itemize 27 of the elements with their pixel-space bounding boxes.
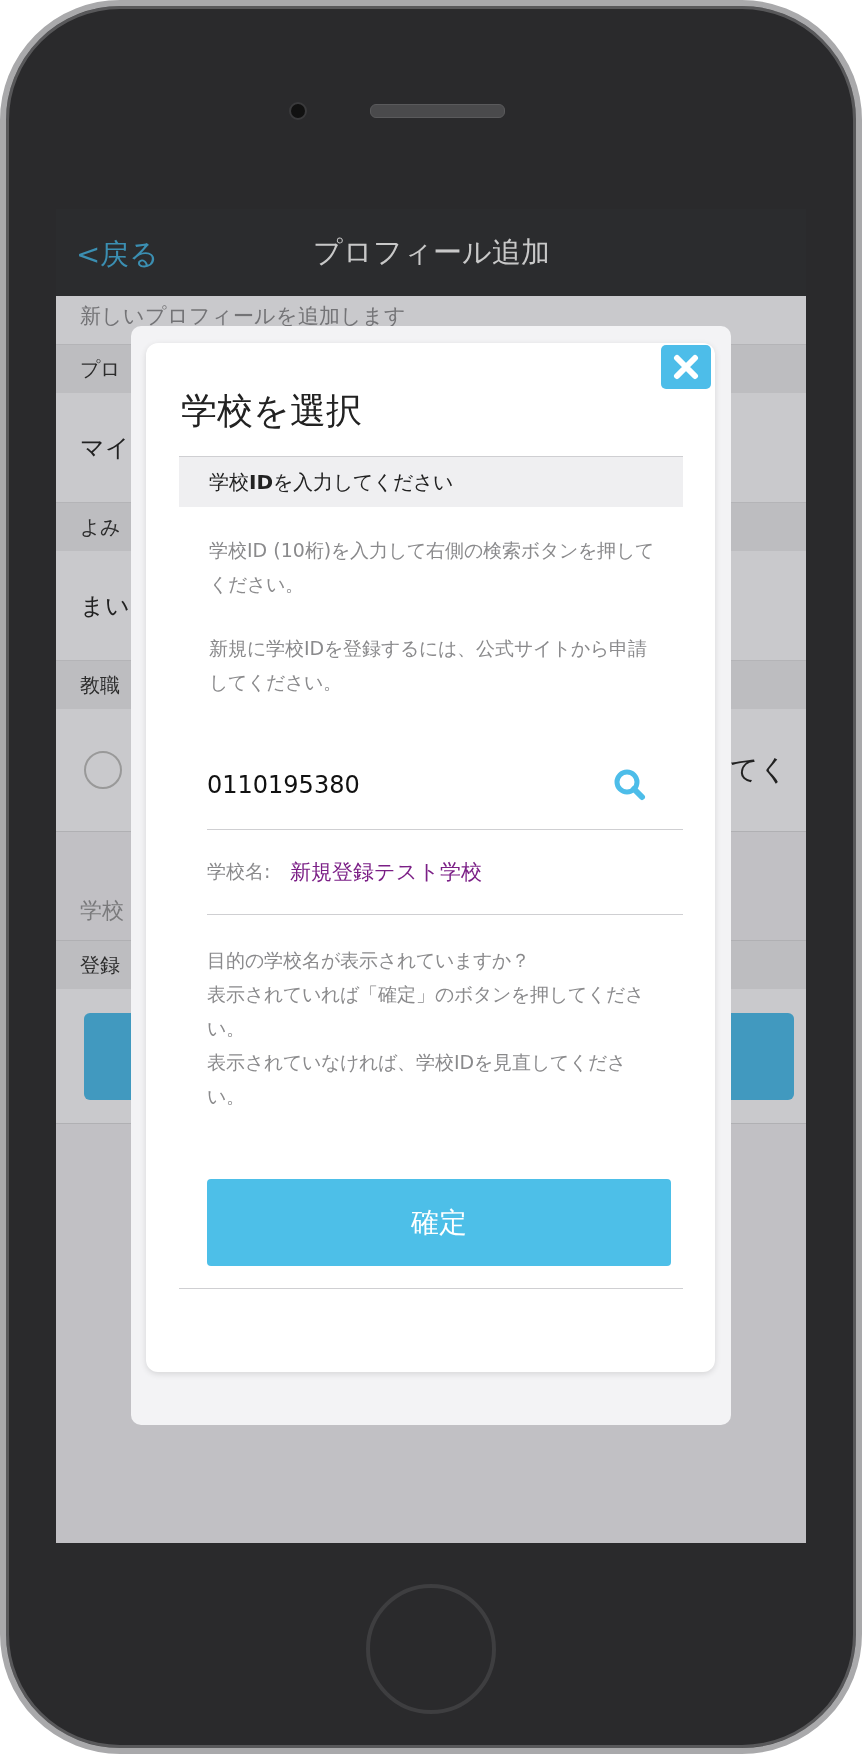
confirmation-text: 目的の学校名が表示されていますか？ bbox=[207, 948, 531, 974]
instruction-text: 学校ID (10桁)を入力して右側の検索ボタンを押してください。 bbox=[209, 538, 656, 598]
screen-title: プロフィール追加 bbox=[312, 233, 550, 271]
section-label: 教職 bbox=[80, 671, 120, 699]
confirm-button[interactable]: 確定 bbox=[207, 1179, 671, 1267]
description-text: 新しいプロフィールを追加します bbox=[80, 304, 406, 328]
school-id-field[interactable]: 0110195380 bbox=[207, 771, 467, 800]
section-label: 登録 bbox=[80, 951, 120, 979]
field-value: マイ bbox=[80, 432, 130, 464]
confirmation-text: 表示されていれば「確定」のボタンを押してください。 bbox=[207, 982, 645, 1042]
instruction-text: 新規に学校IDを登録するには、公式サイトから申請してください。 bbox=[209, 636, 649, 696]
close-button[interactable] bbox=[661, 345, 711, 389]
field-value: まい bbox=[80, 590, 130, 622]
back-link[interactable]: <戻る bbox=[76, 235, 160, 275]
section-label: プロ bbox=[80, 355, 120, 383]
dialog-title: 学校を選択 bbox=[180, 389, 363, 433]
close-icon bbox=[673, 354, 699, 380]
note-text: 学校 bbox=[80, 897, 124, 925]
search-icon[interactable] bbox=[613, 768, 647, 803]
confirmation-text: 表示されていなければ、学校IDを見直してください。 bbox=[207, 1050, 628, 1110]
school-name: 新規登録テスト学校 bbox=[290, 859, 483, 887]
section-label: よみ bbox=[80, 513, 120, 541]
school-name-label: 学校名: bbox=[207, 859, 271, 885]
section-label: 学校IDを入力してください bbox=[209, 468, 454, 496]
radio-button[interactable] bbox=[84, 751, 122, 789]
radio-label: てく bbox=[730, 752, 788, 788]
camera-dot bbox=[289, 102, 307, 120]
